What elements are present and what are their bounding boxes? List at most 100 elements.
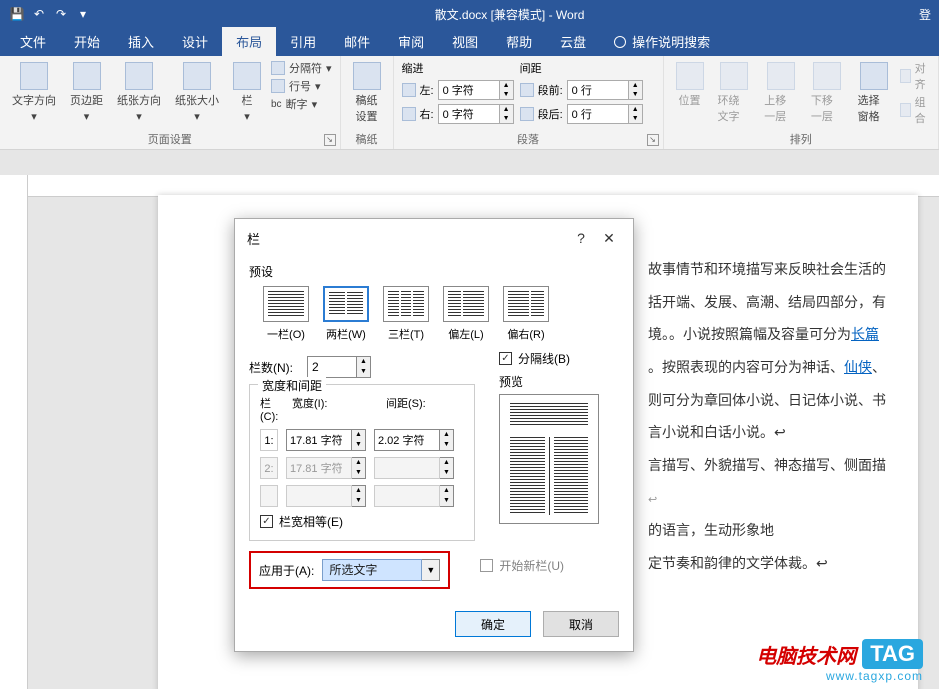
qat-dropdown-icon[interactable]: ▾ (74, 5, 92, 23)
spin-up[interactable]: ▲ (500, 105, 513, 114)
bring-forward-button[interactable]: 上移一层 (760, 60, 801, 126)
tab-design[interactable]: 设计 (168, 27, 222, 56)
tab-review[interactable]: 审阅 (384, 27, 438, 56)
breaks-button[interactable]: 分隔符 ▾ (271, 60, 332, 76)
spin-down[interactable]: ▼ (357, 367, 370, 377)
spacing-input-1[interactable] (374, 429, 440, 451)
window-title: 散文.docx [兼容模式] - Word (100, 6, 919, 23)
spacing-header: 间距 (520, 60, 643, 76)
spin-up[interactable]: ▲ (500, 81, 513, 90)
size-button[interactable]: 纸张大小▾ (171, 60, 223, 125)
line-between-checkbox[interactable]: 分隔线(B) (499, 350, 619, 367)
tab-home[interactable]: 开始 (60, 27, 114, 56)
tab-help[interactable]: 帮助 (492, 27, 546, 56)
tab-cloud[interactable]: 云盘 (546, 27, 600, 56)
apply-to-label: 应用于(A): (259, 562, 314, 579)
tab-mailings[interactable]: 邮件 (330, 27, 384, 56)
num-columns-label: 栏数(N): (249, 359, 299, 376)
indent-right-input[interactable] (438, 104, 500, 124)
account-button[interactable]: 登 (919, 6, 939, 23)
text-direction-button[interactable]: 文字方向▾ (8, 60, 60, 125)
indent-right-icon (402, 107, 416, 121)
spin-up[interactable]: ▲ (357, 357, 370, 367)
preset-two[interactable]: 两栏(W) (323, 286, 369, 342)
body-text: 。按照表现的内容可分为神话、 (648, 359, 844, 375)
hyphenation-button[interactable]: bc断字 ▾ (271, 96, 332, 112)
send-backward-button[interactable]: 下移一层 (807, 60, 848, 126)
orientation-button[interactable]: 纸张方向▾ (113, 60, 165, 125)
width-spacing-group: 宽度和间距 栏(C): 宽度(I): 间距(S): 1: ▲▼ ▲▼ 2: ▲▼ (249, 384, 475, 541)
spacing-header: 间距(S): (386, 395, 462, 423)
hyperlink[interactable]: 仙侠 (844, 359, 872, 375)
equal-width-checkbox[interactable]: 栏宽相等(E) (260, 513, 464, 530)
preset-one[interactable]: 一栏(O) (263, 286, 309, 342)
horizontal-ruler[interactable] (28, 175, 939, 197)
indent-left-input[interactable] (438, 80, 500, 100)
redo-icon[interactable]: ↷ (52, 5, 70, 23)
spin-down[interactable]: ▼ (629, 114, 642, 123)
space-before-input[interactable] (567, 80, 629, 100)
columns-dialog: 栏 ? ✕ 预设 一栏(O) 两栏(W) 三栏(T) 偏左(L) 偏右(R) 栏… (234, 218, 634, 652)
spin-down[interactable]: ▼ (629, 90, 642, 99)
group-button[interactable]: 组合 (900, 94, 930, 126)
watermark-tag: TAG (862, 639, 923, 669)
ok-button[interactable]: 确定 (455, 611, 531, 637)
tab-references[interactable]: 引用 (276, 27, 330, 56)
row-number (260, 485, 278, 507)
spin-down[interactable]: ▼ (352, 440, 365, 450)
tell-me-search[interactable]: 操作说明搜索 (600, 27, 724, 56)
width-input-1[interactable] (286, 429, 352, 451)
spin-up[interactable]: ▲ (352, 430, 365, 440)
preview-box (499, 394, 599, 524)
spin-down[interactable]: ▼ (500, 114, 513, 123)
save-icon[interactable]: 💾 (8, 5, 26, 23)
align-button[interactable]: 对齐 (900, 60, 930, 92)
group-page-setup: 文字方向▾ 页边距▾ 纸张方向▾ 纸张大小▾ 栏▾ 分隔符 ▾ 行号 ▾ bc断… (0, 56, 341, 149)
spin-up[interactable]: ▲ (629, 105, 642, 114)
spin-up[interactable]: ▲ (440, 430, 453, 440)
paragraph-launcher[interactable]: ↘ (647, 134, 659, 146)
breaks-icon (271, 61, 285, 75)
align-icon (900, 69, 910, 83)
tab-insert[interactable]: 插入 (114, 27, 168, 56)
selection-pane-button[interactable]: 选择窗格 (854, 60, 895, 126)
columns-button[interactable]: 栏▾ (229, 60, 265, 125)
cancel-button[interactable]: 取消 (543, 611, 619, 637)
close-button[interactable]: ✕ (595, 227, 623, 249)
wrap-text-button[interactable]: 环绕文字 (714, 60, 755, 126)
body-text: 言小说和白话小说。↩ (648, 424, 786, 440)
line-numbers-button[interactable]: 行号 ▾ (271, 78, 332, 94)
spacing-input-2 (374, 457, 440, 479)
margins-button[interactable]: 页边距▾ (66, 60, 107, 125)
num-columns-input[interactable] (307, 356, 357, 378)
preset-three[interactable]: 三栏(T) (383, 286, 429, 342)
tab-layout[interactable]: 布局 (222, 27, 276, 56)
preset-left[interactable]: 偏左(L) (443, 286, 489, 342)
space-after-input[interactable] (567, 104, 629, 124)
hyperlink[interactable]: 长篇 (851, 326, 879, 342)
page-setup-launcher[interactable]: ↘ (324, 134, 336, 146)
group-legend: 宽度和间距 (258, 377, 326, 394)
start-new-column-checkbox: 开始新栏(U) (480, 557, 564, 574)
apply-to-combo[interactable]: 所选文字 (322, 559, 422, 581)
indent-header: 缩进 (402, 60, 514, 76)
spin-down[interactable]: ▼ (440, 440, 453, 450)
spin-down[interactable]: ▼ (500, 90, 513, 99)
help-button[interactable]: ? (567, 227, 595, 249)
preset-right[interactable]: 偏右(R) (503, 286, 549, 342)
tab-view[interactable]: 视图 (438, 27, 492, 56)
body-text: 境。。小说按照篇幅及容量可分为 (648, 326, 851, 342)
chevron-down-icon: ▾ (194, 110, 200, 123)
tab-file[interactable]: 文件 (6, 27, 60, 56)
manuscript-button[interactable]: 稿纸 设置 (349, 60, 385, 126)
ribbon-tabs: 文件 开始 插入 设计 布局 引用 邮件 审阅 视图 帮助 云盘 操作说明搜索 (0, 28, 939, 56)
space-after-icon (520, 107, 534, 121)
watermark-text: 电脑技术网 (756, 640, 856, 669)
chevron-down-icon[interactable]: ▼ (422, 559, 440, 581)
checkbox-icon (260, 515, 273, 528)
undo-icon[interactable]: ↶ (30, 5, 48, 23)
vertical-ruler[interactable] (0, 175, 28, 689)
spin-up[interactable]: ▲ (629, 81, 642, 90)
row-number: 1: (260, 429, 278, 451)
position-button[interactable]: 位置 (672, 60, 708, 110)
